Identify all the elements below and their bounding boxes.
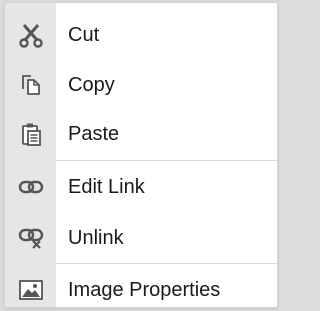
image-icon (5, 265, 56, 307)
menu-item-label: Paste (68, 122, 120, 145)
menu-item-label: Image Properties (68, 278, 221, 301)
copy-icon (5, 60, 56, 110)
menu-item-label: Edit Link (68, 175, 145, 198)
menu-separator (56, 263, 277, 264)
unlink-icon (5, 213, 56, 263)
context-menu: Cut Copy Paste Edit Link Unlink Image Pr… (4, 2, 278, 308)
menu-item-label: Cut (68, 23, 100, 46)
menu-item-image-properties[interactable]: Image Properties (5, 265, 277, 307)
link-icon (5, 162, 56, 212)
menu-item-label: Unlink (68, 226, 124, 249)
menu-item-paste[interactable]: Paste (5, 109, 277, 159)
menu-item-edit-link[interactable]: Edit Link (5, 162, 277, 212)
menu-separator (56, 160, 277, 161)
menu-item-label: Copy (68, 73, 115, 96)
menu-item-copy[interactable]: Copy (5, 60, 277, 110)
scissors-icon (5, 10, 56, 60)
menu-item-cut[interactable]: Cut (5, 10, 277, 60)
paste-icon (5, 109, 56, 159)
menu-item-unlink[interactable]: Unlink (5, 213, 277, 263)
